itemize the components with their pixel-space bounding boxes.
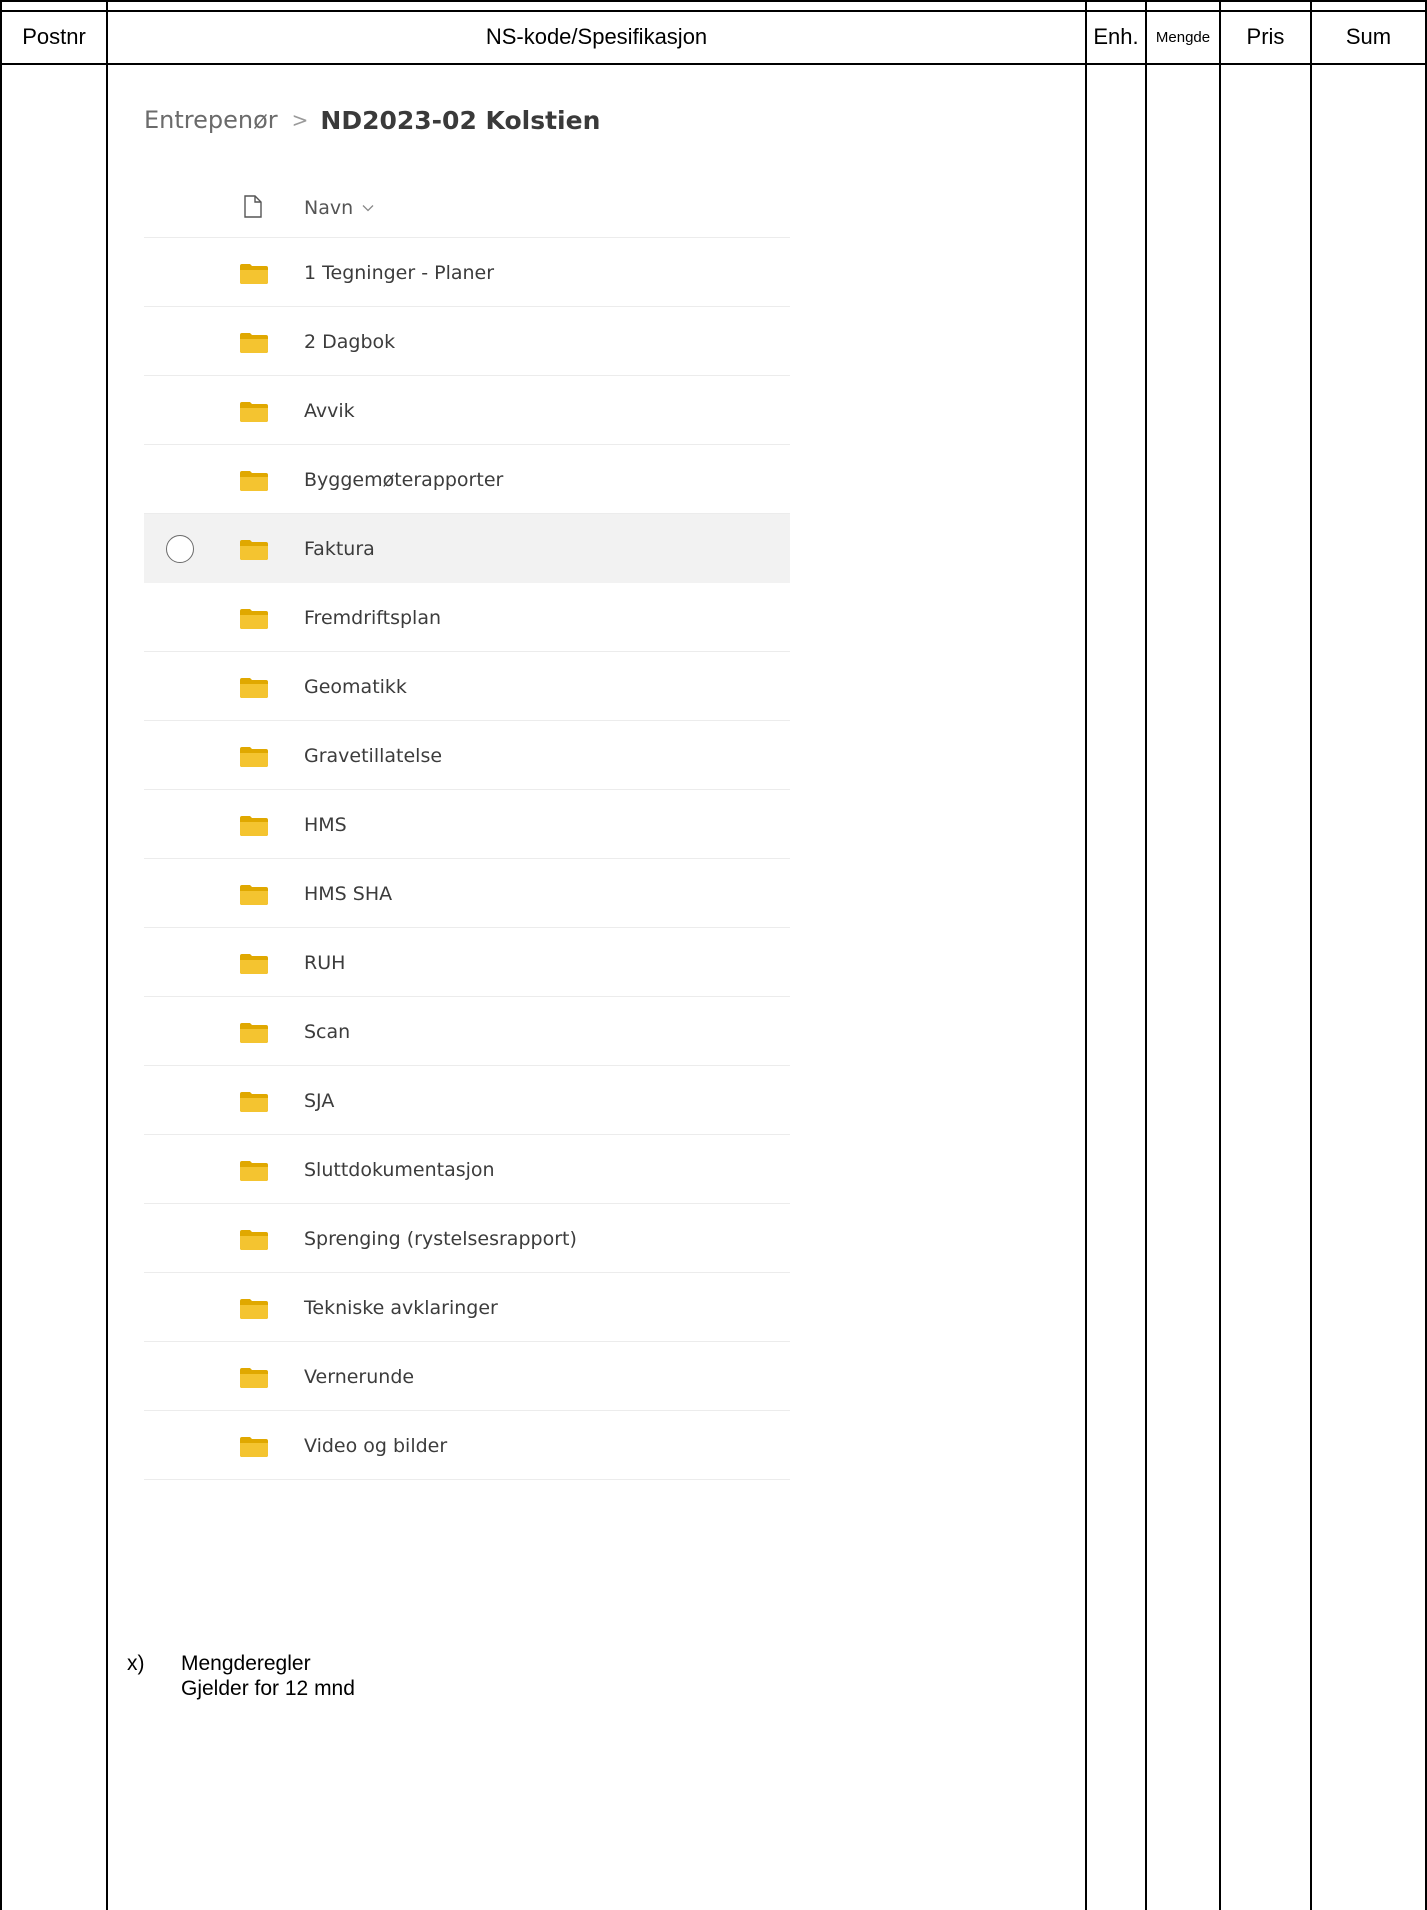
folder-name[interactable]: Byggemøterapporter (304, 445, 503, 514)
header-mengde: Mengde (1155, 28, 1211, 46)
folder-icon (240, 747, 268, 767)
breadcrumb-separator-icon: > (291, 108, 309, 132)
folder-icon (240, 954, 268, 974)
folder-icon (240, 1230, 268, 1250)
folder-icon (240, 1092, 268, 1112)
folder-name[interactable]: Geomatikk (304, 652, 407, 721)
folder-row[interactable]: Sprenging (rystelsesrapport) (144, 1204, 790, 1273)
folder-name[interactable]: Tekniske avklaringer (304, 1273, 498, 1342)
header-postnr: Postnr (22, 24, 86, 49)
folder-icon (240, 471, 268, 491)
chevron-down-icon (362, 204, 374, 211)
folder-row[interactable]: SJA (144, 1066, 790, 1135)
folder-name[interactable]: Faktura (304, 514, 375, 583)
folder-row[interactable]: Tekniske avklaringer (144, 1273, 790, 1342)
folder-row[interactable]: HMS SHA (144, 859, 790, 928)
folder-icon (240, 1023, 268, 1043)
embedded-folder-screenshot: Entrepenør > ND2023-02 Kolstien Navn 1 T… (140, 70, 800, 1500)
folder-row[interactable]: RUH (144, 928, 790, 997)
header-enhet: Enh. (1093, 24, 1139, 49)
folder-row[interactable]: HMS (144, 790, 790, 859)
folder-icon (240, 816, 268, 836)
note-marker: x) (127, 1652, 145, 1675)
folder-row[interactable]: 1 Tegninger - Planer (144, 238, 790, 307)
folder-row[interactable]: Faktura (144, 514, 790, 583)
header-sum: Sum (1345, 24, 1392, 49)
folder-row[interactable]: Sluttdokumentasjon (144, 1135, 790, 1204)
column-divider (1310, 0, 1312, 1910)
table-top-border (0, 0, 1427, 2)
folder-row[interactable]: Scan (144, 997, 790, 1066)
file-icon (244, 195, 262, 218)
folder-icon (240, 333, 268, 353)
folder-name[interactable]: 1 Tegninger - Planer (304, 238, 494, 307)
breadcrumb-parent[interactable]: Entrepenør (144, 106, 278, 134)
column-divider (106, 0, 108, 1910)
folder-row[interactable]: Fremdriftsplan (144, 583, 790, 652)
folder-row[interactable]: Avvik (144, 376, 790, 445)
folder-name[interactable]: 2 Dagbok (304, 307, 395, 376)
folder-row[interactable]: Vernerunde (144, 1342, 790, 1411)
folder-row[interactable]: Video og bilder (144, 1411, 790, 1480)
column-divider (1085, 0, 1087, 1910)
folder-icon (240, 1437, 268, 1457)
folder-icon (240, 1161, 268, 1181)
folder-row[interactable]: Gravetillatelse (144, 721, 790, 790)
folder-name[interactable]: HMS (304, 790, 347, 859)
folder-name[interactable]: SJA (304, 1066, 334, 1135)
folder-list: Navn 1 Tegninger - Planer 2 Dagbok Avvik By… (144, 177, 790, 1480)
folder-icon (240, 1299, 268, 1319)
folder-icon (240, 540, 268, 560)
folder-icon (240, 402, 268, 422)
note-text: Gjelder for 12 mnd (181, 1677, 355, 1700)
header-spec: NS-kode/Spesifikasjon (485, 24, 708, 49)
list-header: Navn (144, 177, 790, 238)
folder-row[interactable]: 2 Dagbok (144, 307, 790, 376)
folder-name[interactable]: RUH (304, 928, 345, 997)
folder-name[interactable]: HMS SHA (304, 859, 392, 928)
radio-circle-icon[interactable] (166, 535, 194, 563)
folder-row[interactable]: Byggemøterapporter (144, 445, 790, 514)
breadcrumb: Entrepenør > ND2023-02 Kolstien (144, 100, 600, 140)
header-bottom-border (0, 63, 1427, 65)
header-pris: Pris (1246, 24, 1285, 49)
sort-by-name-button[interactable]: Navn (304, 177, 374, 238)
folder-icon (240, 885, 268, 905)
folder-name[interactable]: Video og bilder (304, 1411, 447, 1480)
folder-name[interactable]: Fremdriftsplan (304, 583, 441, 652)
column-divider (1219, 0, 1221, 1910)
folder-name[interactable]: Gravetillatelse (304, 721, 442, 790)
note-title: Mengderegler (181, 1652, 311, 1675)
folder-icon (240, 1368, 268, 1388)
folder-row[interactable]: Geomatikk (144, 652, 790, 721)
column-name-label: Navn (304, 196, 354, 219)
breadcrumb-current: ND2023-02 Kolstien (320, 105, 601, 135)
folder-name[interactable]: Vernerunde (304, 1342, 414, 1411)
folder-icon (240, 609, 268, 629)
folder-name[interactable]: Sluttdokumentasjon (304, 1135, 495, 1204)
folder-name[interactable]: Scan (304, 997, 350, 1066)
folder-name[interactable]: Sprenging (rystelsesrapport) (304, 1204, 577, 1273)
folder-icon (240, 678, 268, 698)
column-divider (1145, 0, 1147, 1910)
folder-icon (240, 264, 268, 284)
folder-name[interactable]: Avvik (304, 376, 355, 445)
column-divider (0, 0, 2, 1910)
